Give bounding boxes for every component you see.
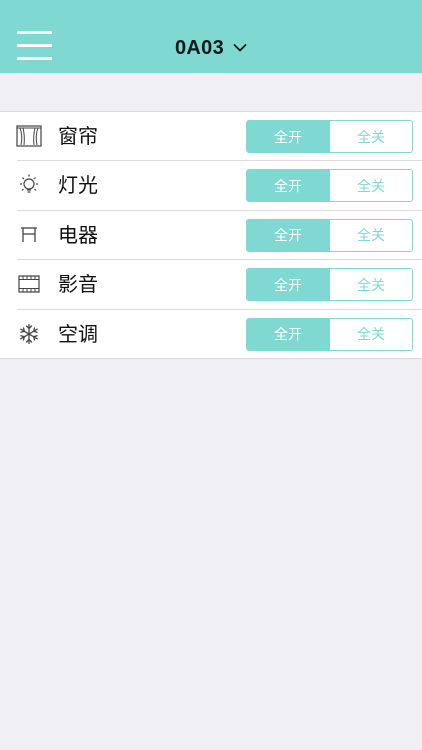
appliance-icon	[16, 223, 42, 247]
list-item-air-conditioner: 空调 全开 全关	[0, 310, 422, 359]
top-nav-bar: 0A03	[0, 0, 422, 73]
curtain-icon	[16, 124, 42, 148]
room-selector[interactable]: 0A03	[0, 35, 422, 61]
on-off-segmented-control: 全开 全关	[246, 268, 413, 302]
all-off-button[interactable]: 全关	[329, 318, 412, 350]
all-off-button[interactable]: 全关	[329, 269, 412, 301]
list-item-curtain: 窗帘 全开 全关	[0, 112, 422, 162]
all-on-button[interactable]: 全开	[247, 269, 329, 301]
on-off-segmented-control: 全开 全关	[246, 169, 413, 203]
row-label: 空调	[58, 321, 98, 346]
list-item-light: 灯光 全开 全关	[0, 161, 422, 212]
all-off-button[interactable]: 全关	[329, 121, 412, 152]
all-on-button[interactable]: 全开	[247, 170, 329, 202]
all-on-button[interactable]: 全开	[247, 318, 329, 350]
row-label: 窗帘	[58, 124, 98, 148]
all-off-button[interactable]: 全关	[329, 219, 412, 251]
list-item-audio-video: 影音 全开 全关	[0, 260, 422, 310]
list-item-appliance: 电器 全开 全关	[0, 211, 422, 261]
snowflake-icon	[16, 322, 42, 346]
device-group-list: 窗帘 全开 全关 灯光 全开 全关 电器 全开 全关 影音 全开 全关 空调 全…	[0, 111, 422, 359]
chevron-down-icon	[233, 44, 247, 52]
all-on-button[interactable]: 全开	[247, 219, 329, 251]
row-label: 电器	[58, 222, 98, 247]
row-label: 灯光	[58, 173, 98, 198]
on-off-segmented-control: 全开 全关	[246, 218, 413, 252]
menu-line	[17, 31, 52, 34]
all-on-button[interactable]: 全开	[247, 121, 329, 152]
on-off-segmented-control: 全开 全关	[246, 317, 413, 351]
film-icon	[16, 272, 42, 296]
all-off-button[interactable]: 全关	[329, 170, 412, 202]
page-title: 0A03	[174, 36, 224, 59]
on-off-segmented-control: 全开 全关	[246, 120, 413, 153]
light-bulb-icon	[16, 173, 42, 197]
row-label: 影音	[58, 272, 98, 297]
